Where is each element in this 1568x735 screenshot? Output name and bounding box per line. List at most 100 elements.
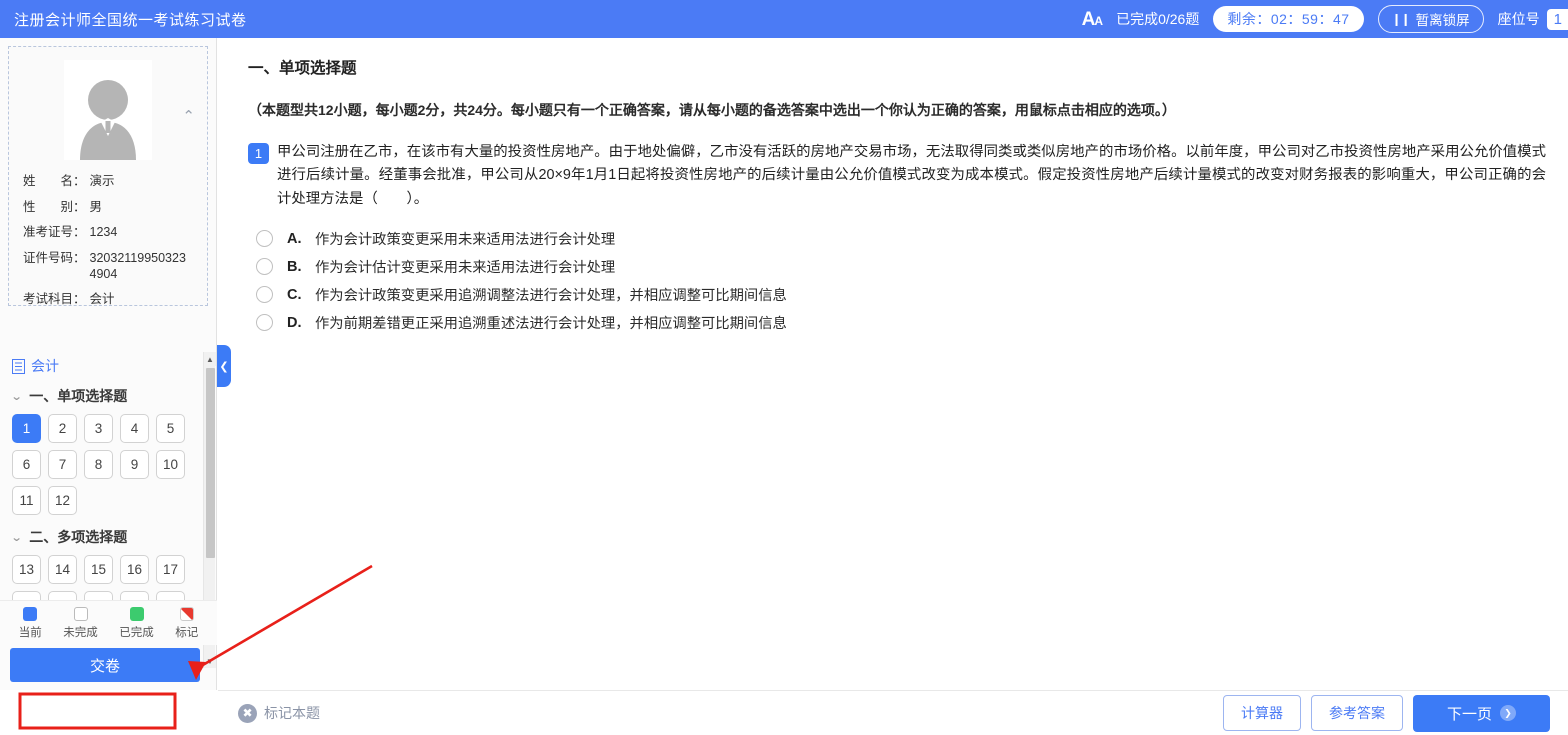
legend-label: 已完成 bbox=[119, 626, 154, 639]
question-number-button[interactable]: 5 bbox=[156, 414, 185, 443]
lock-screen-label: 暂离锁屏 bbox=[1415, 13, 1470, 28]
mark-question-label: 标记本题 bbox=[264, 705, 320, 721]
option-a[interactable]: A. 作为会计政策变更采用未来适用法进行会计处理 bbox=[248, 225, 1546, 253]
chevron-down-icon: ⌄ bbox=[10, 531, 23, 544]
next-page-button[interactable]: 下一页 ❯ bbox=[1412, 694, 1550, 732]
candidate-info-list: 姓 名： 演示 性 别： 男 准考证号： 1234 证件号码： 32032119… bbox=[23, 174, 193, 308]
info-row-subject: 考试科目： 会计 bbox=[23, 292, 193, 308]
info-row-id-number: 证件号码： 320321199503234904 bbox=[23, 251, 193, 282]
status-legend: 当前 未完成 已完成 标记 bbox=[0, 600, 217, 645]
info-label: 准考证号： bbox=[23, 225, 86, 240]
avatar bbox=[64, 60, 152, 160]
chevron-right-circle-icon: ❯ bbox=[1500, 705, 1516, 721]
radio-icon[interactable] bbox=[256, 230, 273, 248]
chevron-down-icon: ⌄ bbox=[10, 390, 23, 403]
option-d[interactable]: D. 作为前期差错更正采用追溯重述法进行会计处理，并相应调整可比期间信息 bbox=[248, 309, 1546, 337]
question-number-button[interactable]: 15 bbox=[84, 555, 113, 584]
legend-item-current: 当前 bbox=[18, 606, 42, 640]
question-number-button[interactable]: 1 bbox=[12, 414, 41, 443]
info-value: 320321199503234904 bbox=[89, 250, 186, 281]
calculator-button[interactable]: 计算器 bbox=[1222, 695, 1301, 731]
info-row-gender: 性 别： 男 bbox=[23, 200, 193, 216]
question-number-button[interactable]: 12 bbox=[48, 486, 77, 515]
reference-answer-button[interactable]: 参考答案 bbox=[1310, 695, 1403, 731]
section-title: 二、多项选择题 bbox=[29, 529, 128, 545]
done-swatch-icon bbox=[129, 606, 144, 621]
subject-row: 会计 bbox=[8, 350, 209, 378]
marked-swatch-icon bbox=[179, 606, 194, 621]
font-size-icon[interactable]: AA bbox=[1082, 10, 1103, 29]
document-icon bbox=[12, 358, 25, 374]
sidebar-collapse-handle[interactable]: ❮ bbox=[217, 345, 231, 387]
question-number-button[interactable]: 3 bbox=[84, 414, 113, 443]
lock-screen-button[interactable]: ❙❙ 暂离锁屏 bbox=[1377, 5, 1484, 33]
info-label: 性 别： bbox=[23, 199, 86, 214]
legend-label: 标记 bbox=[175, 626, 199, 639]
question-number-button[interactable]: 6 bbox=[12, 450, 41, 479]
scrollbar-thumb[interactable] bbox=[206, 368, 215, 558]
question-number-button[interactable]: 11 bbox=[12, 486, 41, 515]
section-header-multi-choice[interactable]: ⌄ 二、多项选择题 bbox=[8, 519, 209, 553]
seat-number-value: 1 bbox=[1546, 8, 1568, 30]
legend-item-done: 已完成 bbox=[119, 606, 154, 640]
mark-flag-icon: ✖ bbox=[238, 703, 257, 723]
undone-swatch-icon bbox=[73, 606, 88, 621]
person-avatar-icon bbox=[80, 80, 136, 160]
question-number-button[interactable]: 8 bbox=[84, 450, 113, 479]
avatar-collapse-icon[interactable]: ⌃ bbox=[182, 109, 195, 124]
question-number-button[interactable]: 4 bbox=[120, 414, 149, 443]
question-number-button[interactable]: 9 bbox=[120, 450, 149, 479]
scroll-down-arrow-icon[interactable]: ▼ bbox=[204, 654, 216, 668]
candidate-info-card: ⌃ 姓 名： 演示 性 别： 男 准考证号： 1234 证件号码： 320321… bbox=[8, 46, 208, 306]
legend-label: 当前 bbox=[18, 626, 42, 639]
seat-number-label: 座位号 bbox=[1497, 11, 1540, 27]
option-b[interactable]: B. 作为会计估计变更采用未来适用法进行会计处理 bbox=[248, 253, 1546, 281]
page-title: 注册会计师全国统一考试练习试卷 bbox=[14, 11, 247, 29]
option-text: 作为会计政策变更采用追溯调整法进行会计处理，并相应调整可比期间信息 bbox=[315, 288, 787, 305]
option-c[interactable]: C. 作为会计政策变更采用追溯调整法进行会计处理，并相应调整可比期间信息 bbox=[248, 281, 1546, 309]
radio-icon[interactable] bbox=[256, 286, 273, 304]
info-label: 证件号码： bbox=[23, 250, 86, 265]
option-letter: C. bbox=[287, 286, 302, 303]
submit-exam-button[interactable]: 交卷 bbox=[10, 648, 200, 682]
chevron-left-icon: ❮ bbox=[219, 360, 229, 373]
question-number-button[interactable]: 10 bbox=[156, 450, 185, 479]
section-title: 一、单项选择题 bbox=[29, 388, 128, 404]
info-row-admission-number: 准考证号： 1234 bbox=[23, 225, 193, 241]
info-label: 姓 名： bbox=[23, 174, 86, 188]
section-header-single-choice[interactable]: ⌄ 一、单项选择题 bbox=[8, 378, 209, 412]
question-number-button[interactable]: 2 bbox=[48, 414, 77, 443]
subject-label: 会计 bbox=[31, 358, 59, 374]
app-header: 注册会计师全国统一考试练习试卷 AA 已完成0/26题 剩余：02：59：47 … bbox=[0, 0, 1568, 38]
section-heading: 一、单项选择题 bbox=[248, 60, 357, 77]
info-row-name: 姓 名： 演示 bbox=[23, 174, 193, 190]
option-text: 作为会计政策变更采用未来适用法进行会计处理 bbox=[315, 232, 616, 249]
info-value: 会计 bbox=[89, 292, 115, 307]
option-letter: B. bbox=[287, 258, 302, 275]
option-list: A. 作为会计政策变更采用未来适用法进行会计处理 B. 作为会计估计变更采用未来… bbox=[248, 225, 1546, 337]
mark-question-button[interactable]: ✖ 标记本题 bbox=[238, 703, 320, 723]
question-number-button[interactable]: 13 bbox=[12, 555, 41, 584]
pause-icon: ❙❙ bbox=[1391, 12, 1411, 26]
info-value: 演示 bbox=[89, 174, 115, 188]
current-swatch-icon bbox=[23, 606, 38, 621]
question-stem: 甲公司注册在乙市，在该市有大量的投资性房地产。由于地处偏僻，乙市没有活跃的房地产… bbox=[277, 144, 1546, 207]
question-number-button[interactable]: 14 bbox=[48, 555, 77, 584]
legend-label: 未完成 bbox=[63, 626, 98, 639]
radio-icon[interactable] bbox=[256, 314, 273, 332]
question-number-button[interactable]: 16 bbox=[120, 555, 149, 584]
next-page-label: 下一页 bbox=[1446, 705, 1492, 723]
header-toolbar: AA 已完成0/26题 剩余：02：59：47 ❙❙ 暂离锁屏 座位号 1 bbox=[1082, 0, 1568, 38]
option-letter: A. bbox=[287, 230, 302, 247]
question-number-button[interactable]: 7 bbox=[48, 450, 77, 479]
radio-icon[interactable] bbox=[256, 258, 273, 276]
question-block: 1 甲公司注册在乙市，在该市有大量的投资性房地产。由于地处偏僻，乙市没有活跃的房… bbox=[248, 141, 1546, 211]
countdown-timer: 剩余：02：59：47 bbox=[1213, 6, 1364, 32]
question-number-button[interactable]: 17 bbox=[156, 555, 185, 584]
info-value: 1234 bbox=[89, 225, 118, 240]
option-text: 作为会计估计变更采用未来适用法进行会计处理 bbox=[315, 260, 616, 277]
question-number-badge: 1 bbox=[248, 143, 269, 164]
scroll-up-arrow-icon[interactable]: ▲ bbox=[204, 352, 216, 366]
option-text: 作为前期差错更正采用追溯重述法进行会计处理，并相应调整可比期间信息 bbox=[315, 316, 787, 333]
info-label: 考试科目： bbox=[23, 292, 86, 307]
